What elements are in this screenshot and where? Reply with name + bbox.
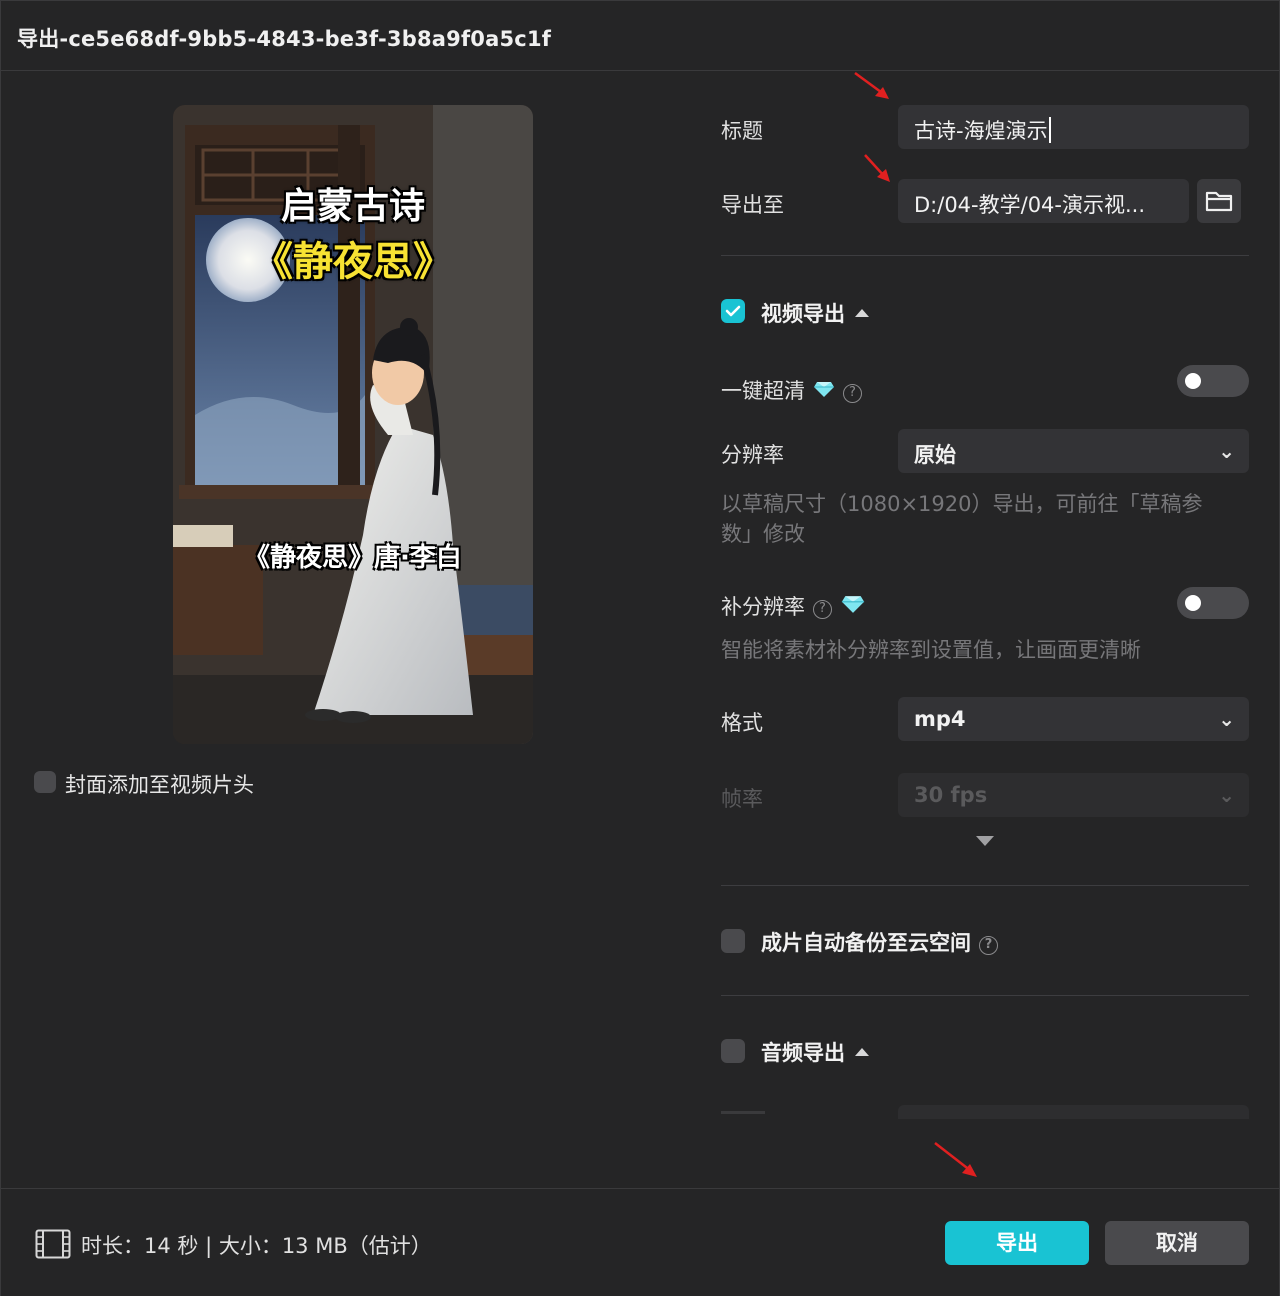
resolution-select[interactable]: 原始 ⌄	[898, 429, 1249, 473]
clipped-content	[721, 1105, 1249, 1119]
format-value: mp4	[914, 707, 966, 731]
supplement-resolution-description: 智能将素材补分辨率到设置值，让画面更清晰	[721, 638, 1141, 662]
cover-label: 封面添加至视频片头	[65, 773, 254, 797]
help-icon[interactable]: ?	[843, 384, 862, 403]
export-path-field[interactable]: D:/04-教学/04-演示视...	[898, 179, 1189, 223]
toggle-knob	[1185, 595, 1201, 611]
help-icon[interactable]: ?	[813, 600, 832, 619]
supplement-resolution-toggle[interactable]	[1177, 587, 1249, 619]
annotation-arrow-icon	[934, 1142, 977, 1177]
export-dialog: 导出-ce5e68df-9bb5-4843-be3f-3b8a9f0a5c1f	[0, 0, 1280, 1296]
check-icon	[725, 305, 741, 317]
divider	[721, 995, 1249, 996]
clipped-field	[898, 1105, 1249, 1119]
audio-export-checkbox[interactable]	[721, 1039, 745, 1063]
divider	[721, 885, 1249, 886]
cover-checkbox[interactable]	[34, 771, 56, 793]
chevron-down-icon: ⌄	[1218, 707, 1235, 731]
resolution-description: 以草稿尺寸（1080×1920）导出，可前往「草稿参数」修改	[721, 492, 1203, 546]
expand-more-caret-icon[interactable]	[976, 836, 994, 846]
title-value: 古诗-海煌演示	[914, 119, 1048, 143]
audio-export-header[interactable]: 音频导出	[761, 1037, 869, 1067]
cancel-button[interactable]: 取消	[1105, 1221, 1249, 1265]
title-input[interactable]: 古诗-海煌演示	[898, 105, 1249, 149]
export-button[interactable]: 导出	[945, 1221, 1089, 1265]
framerate-value: 30 fps	[914, 783, 988, 807]
divider	[721, 255, 1249, 256]
title-bar: 导出-ce5e68df-9bb5-4843-be3f-3b8a9f0a5c1f	[1, 1, 1279, 71]
export-to-label: 导出至	[721, 193, 784, 217]
one-click-hd-text: 一键超清	[721, 379, 805, 403]
video-export-header[interactable]: 视频导出	[761, 298, 869, 328]
video-export-checkbox[interactable]	[721, 299, 745, 323]
window-title: 导出-ce5e68df-9bb5-4843-be3f-3b8a9f0a5c1f	[17, 27, 552, 51]
poster-title: 启蒙古诗	[280, 186, 425, 227]
cover-preview[interactable]: 启蒙古诗 《静夜思》 《静夜思》唐·李白	[173, 105, 533, 744]
supplement-resolution-label: 补分辨率?	[721, 591, 866, 621]
format-label: 格式	[721, 711, 763, 735]
help-icon[interactable]: ?	[979, 936, 998, 955]
export-info: 时长：14 秒 | 大小：13 MB（估计）	[81, 1234, 432, 1258]
cloud-backup-header: 成片自动备份至云空间?	[761, 927, 998, 957]
resolution-label: 分辨率	[721, 443, 784, 467]
folder-icon	[1205, 191, 1233, 212]
annotation-arrow-icon	[854, 71, 889, 99]
framerate-label: 帧率	[721, 787, 763, 811]
one-click-hd-label: 一键超清?	[721, 375, 862, 405]
resolution-value: 原始	[914, 443, 956, 467]
browse-folder-button[interactable]	[1197, 179, 1241, 223]
audio-export-title: 音频导出	[761, 1041, 845, 1065]
poster-title-poem: 《静夜思》	[253, 239, 453, 285]
film-icon	[35, 1229, 71, 1259]
poster-subtitle: 《静夜思》唐·李白	[244, 543, 462, 573]
framerate-select[interactable]: 30 fps ⌄	[898, 773, 1249, 817]
collapse-caret-icon[interactable]	[855, 309, 869, 317]
toggle-knob	[1185, 373, 1201, 389]
chevron-down-icon: ⌄	[1218, 783, 1235, 807]
text-cursor	[1048, 117, 1051, 143]
annotation-arrow-icon	[864, 154, 890, 182]
clipped-label	[721, 1111, 765, 1114]
chevron-down-icon: ⌄	[1218, 439, 1235, 463]
diamond-vip-icon	[841, 596, 865, 613]
cloud-backup-checkbox[interactable]	[721, 929, 745, 953]
diamond-vip-icon	[814, 382, 834, 397]
title-label: 标题	[721, 119, 763, 143]
one-click-hd-toggle[interactable]	[1177, 365, 1249, 397]
video-export-title: 视频导出	[761, 302, 845, 326]
format-select[interactable]: mp4 ⌄	[898, 697, 1249, 741]
export-path-value: D:/04-教学/04-演示视...	[914, 193, 1146, 217]
cloud-backup-title: 成片自动备份至云空间	[761, 931, 971, 955]
supplement-resolution-text: 补分辨率	[721, 595, 805, 619]
collapse-caret-icon[interactable]	[855, 1048, 869, 1056]
